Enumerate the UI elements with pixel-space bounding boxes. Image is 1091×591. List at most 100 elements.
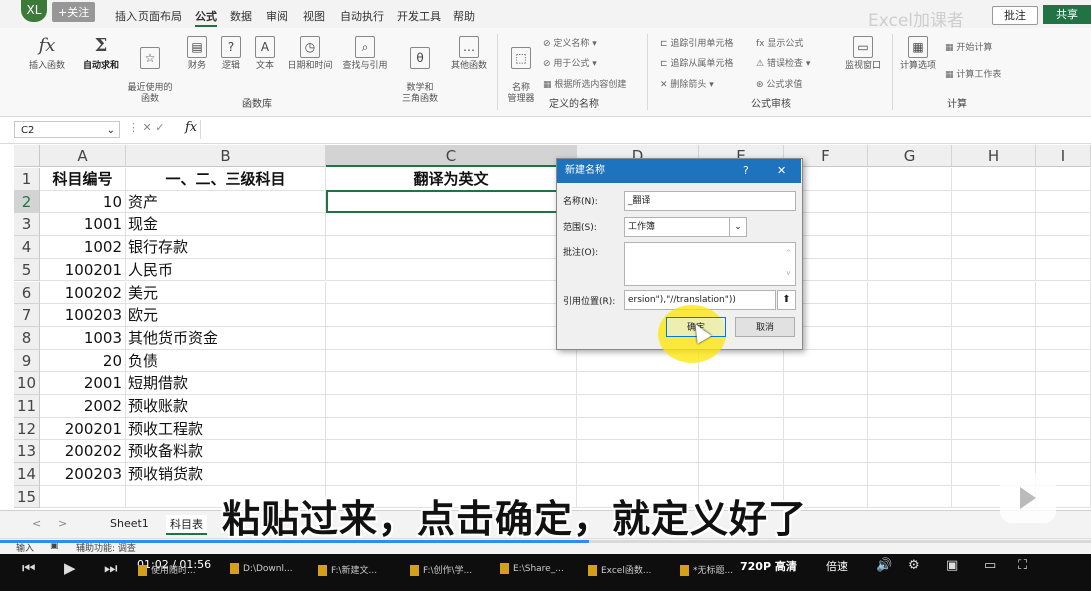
row-header[interactable]: 14 xyxy=(14,463,40,486)
calc-now-button[interactable]: ▦ 开始计算 xyxy=(945,40,992,53)
picture-in-picture-icon[interactable]: ▣ xyxy=(946,558,958,573)
cell-d14[interactable] xyxy=(577,463,699,486)
help-icon[interactable]: ? xyxy=(743,159,749,183)
cell-a8[interactable]: 1003 xyxy=(40,326,126,350)
settings-gear-icon[interactable]: ⚙ xyxy=(908,558,920,573)
cell-h8[interactable] xyxy=(952,326,1036,350)
create-from-selection-button[interactable]: ▦ 根据所选内容创建 xyxy=(543,77,626,90)
cell-b7[interactable]: 欧元 xyxy=(126,304,326,327)
name-field[interactable]: _翻译 xyxy=(624,191,796,211)
cell-e14[interactable] xyxy=(699,463,784,486)
comment-scrollbar[interactable]: ^ v xyxy=(782,243,795,285)
taskbar-item[interactable]: Excel函数... xyxy=(588,563,651,576)
column-header-i[interactable]: I xyxy=(1036,145,1091,167)
autosum-button[interactable]: Σ 自动求和 xyxy=(78,36,124,72)
cell-i13[interactable] xyxy=(1036,440,1091,464)
cell-d11[interactable] xyxy=(577,395,699,418)
cell-i11[interactable] xyxy=(1036,395,1091,418)
cell-h1[interactable] xyxy=(952,168,1036,191)
cell-a4[interactable]: 1002 xyxy=(40,236,126,259)
fx-icon[interactable]: fx xyxy=(185,120,197,135)
formula-input[interactable] xyxy=(200,120,1091,139)
cell-e11[interactable] xyxy=(699,395,784,418)
tab-review[interactable]: 审阅 xyxy=(266,8,288,24)
cell-a10[interactable]: 2001 xyxy=(40,372,126,395)
chevron-right-icon[interactable]: > xyxy=(58,517,67,530)
cell-i9[interactable] xyxy=(1036,349,1091,373)
cell-i12[interactable] xyxy=(1036,417,1091,441)
quality-selector[interactable]: 720P 高清 xyxy=(740,558,797,574)
cell-g4[interactable] xyxy=(868,236,952,259)
watch-window-button[interactable]: ▭ 监视窗口 xyxy=(838,36,888,72)
cell-a6[interactable]: 100202 xyxy=(40,281,126,305)
cell-h2[interactable] xyxy=(952,190,1036,214)
cell-c5[interactable] xyxy=(326,258,577,282)
cell-g12[interactable] xyxy=(868,417,952,441)
cell-g1[interactable] xyxy=(868,168,952,191)
row-header[interactable]: 5 xyxy=(14,258,40,282)
text-button[interactable]: A 文本 xyxy=(250,36,280,72)
cell-a12[interactable]: 200201 xyxy=(40,417,126,441)
cell-i5[interactable] xyxy=(1036,258,1091,282)
cell-g7[interactable] xyxy=(868,304,952,327)
cell-g15[interactable] xyxy=(868,485,952,509)
column-header-g[interactable]: G xyxy=(868,145,952,167)
cell-b12[interactable]: 预收工程款 xyxy=(126,417,326,441)
uploader-avatar[interactable]: XL xyxy=(21,0,47,22)
cell-b4[interactable]: 银行存款 xyxy=(126,236,326,259)
error-checking-button[interactable]: ⚠ 错误检查 ▾ xyxy=(756,56,810,69)
date-time-button[interactable]: ◷ 日期和时间 xyxy=(284,36,336,72)
cell-d12[interactable] xyxy=(577,417,699,441)
cell-c4[interactable] xyxy=(326,236,577,259)
tab-help[interactable]: 帮助 xyxy=(453,8,475,24)
cell-d10[interactable] xyxy=(577,372,699,395)
cell-g10[interactable] xyxy=(868,372,952,395)
define-name-button[interactable]: ⊘ 定义名称 ▾ xyxy=(543,36,597,49)
row-header[interactable]: 6 xyxy=(14,281,40,305)
cell-i6[interactable] xyxy=(1036,281,1091,305)
cell-a7[interactable]: 100203 xyxy=(40,304,126,327)
row-header[interactable]: 15 xyxy=(14,485,40,509)
cell-c14[interactable] xyxy=(326,463,577,486)
cell-h10[interactable] xyxy=(952,372,1036,395)
column-header-h[interactable]: H xyxy=(952,145,1036,167)
remove-arrows-button[interactable]: ✕ 删除箭头 ▾ xyxy=(660,77,714,90)
cell-a3[interactable]: 1001 xyxy=(40,213,126,237)
cell-b10[interactable]: 短期借款 xyxy=(126,372,326,395)
more-functions-button[interactable]: … 其他函数 xyxy=(446,36,492,72)
cell-h13[interactable] xyxy=(952,440,1036,464)
cell-i2[interactable] xyxy=(1036,190,1091,214)
cell-e13[interactable] xyxy=(699,440,784,464)
insert-function-button[interactable]: fx 插入函数 xyxy=(25,36,69,72)
tab-insert[interactable]: 插入 xyxy=(115,8,137,24)
tab-automate[interactable]: 自动执行 xyxy=(340,8,384,24)
cell-a15[interactable] xyxy=(40,485,126,509)
lookup-reference-button[interactable]: ⌕ 查找与引用 xyxy=(339,36,391,72)
cell-c8[interactable] xyxy=(326,326,577,350)
cell-g5[interactable] xyxy=(868,258,952,282)
cell-a5[interactable]: 100201 xyxy=(40,258,126,282)
cell-h9[interactable] xyxy=(952,349,1036,373)
cell-c12[interactable] xyxy=(326,417,577,441)
cell-c10[interactable] xyxy=(326,372,577,395)
evaluate-formula-button[interactable]: ⊛ 公式求值 xyxy=(756,77,802,90)
row-header[interactable]: 2 xyxy=(14,190,40,214)
cell-b11[interactable]: 预收账款 xyxy=(126,395,326,418)
cell-b6[interactable]: 美元 xyxy=(126,281,326,305)
recent-functions-button[interactable]: ☆ 最近使用的 函数 xyxy=(124,36,176,105)
cell-c13[interactable] xyxy=(326,440,577,464)
cell-f12[interactable] xyxy=(784,417,868,441)
calc-sheet-button[interactable]: ▦ 计算工作表 xyxy=(945,67,1001,80)
fullscreen-icon[interactable]: ⛶ xyxy=(1018,558,1027,573)
tab-view[interactable]: 视图 xyxy=(303,8,325,24)
logical-button[interactable]: ? 逻辑 xyxy=(216,36,246,72)
share-button[interactable]: 共享 xyxy=(1043,5,1091,24)
use-in-formula-button[interactable]: ⊘ 用于公式 ▾ xyxy=(543,56,597,69)
cell-g3[interactable] xyxy=(868,213,952,237)
active-cell-c2[interactable] xyxy=(326,190,577,213)
cell-f14[interactable] xyxy=(784,463,868,486)
cell-g14[interactable] xyxy=(868,463,952,486)
cell-h4[interactable] xyxy=(952,236,1036,259)
close-icon[interactable]: ✕ xyxy=(777,159,786,183)
taskbar-item[interactable]: E:\Share_... xyxy=(500,563,564,574)
